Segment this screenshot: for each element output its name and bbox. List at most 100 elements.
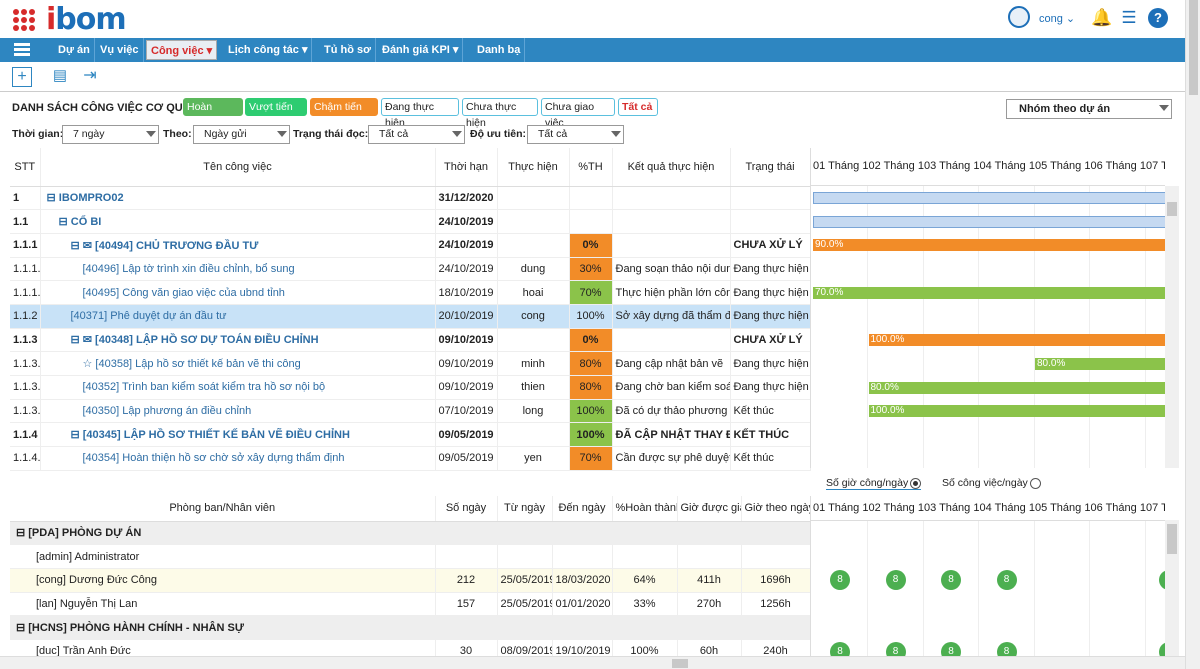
menu-cong-viec[interactable]: Công việc ▾ xyxy=(146,40,218,60)
hours-per-day-radio[interactable]: Số giờ công/ngày xyxy=(826,477,922,490)
task-col-header-1[interactable]: Tên công việc xyxy=(40,148,436,187)
emp-col-header-3[interactable]: Đến ngày xyxy=(552,496,613,522)
task-row[interactable]: 1.1.3.1☆ [40358] Lập hồ sơ thiết kế bản … xyxy=(10,351,811,376)
gantt-bar[interactable] xyxy=(813,192,1165,204)
menu-lich-cong-tac[interactable]: Lịch công tác ▾ xyxy=(224,38,313,62)
emp-col-header-2[interactable]: Từ ngày xyxy=(497,496,553,522)
task-row[interactable]: 1.1.2 [40371] Phê duyệt dự án đầu tư 20/10… xyxy=(10,304,811,329)
task-row[interactable]: 1.1.1 ⊟ ✉ [40494] CHỦ TRƯƠNG ĐẦU TƯ 24/10/… xyxy=(10,233,811,258)
task-row[interactable]: 1 ⊟ IBOMPRO02 31/12/2020 xyxy=(10,186,811,211)
task-cell-name[interactable]: [40496] Lập tờ trình xin điều chỉnh, bổ … xyxy=(40,257,436,282)
employee-row[interactable]: [cong] Dương Đức Công 212 25/05/2019 18/03/… xyxy=(10,568,811,593)
employee-scrollbar[interactable] xyxy=(1165,520,1179,656)
filter-button-5[interactable]: Chưa giao việc xyxy=(541,98,615,129)
add-icon[interactable]: + xyxy=(12,67,32,87)
task-col-header-5[interactable]: Kết quả thực hiện xyxy=(612,148,731,187)
workload-circle[interactable]: 8 xyxy=(996,641,1017,656)
gantt-bar[interactable]: 100.0% xyxy=(868,334,1165,347)
workload-circle[interactable]: 8 xyxy=(885,641,906,656)
filter-button-6[interactable]: Tất cả xyxy=(618,98,658,116)
workload-circle[interactable]: 8 xyxy=(830,641,850,656)
task-cell-name[interactable]: [40354] Hoàn thiện hồ sơ chờ sở xây dựng… xyxy=(40,446,436,471)
emp-col-header-0[interactable]: Phòng ban/Nhân viên xyxy=(10,496,436,522)
workload-circle[interactable]: 8 xyxy=(830,570,850,591)
task-row[interactable]: 1.1 ⊟ CỔ BI 24/10/2019 xyxy=(10,209,811,234)
task-cell-name[interactable]: [40352] Trình ban kiểm soát kiểm tra hồ … xyxy=(40,375,436,400)
task-col-header-6[interactable]: Trạng thái xyxy=(730,148,811,187)
task-scrollbar[interactable] xyxy=(1165,186,1179,468)
emp-col-header-4[interactable]: %Hoàn thành xyxy=(612,496,678,522)
group-by-select[interactable]: Nhóm theo dự án xyxy=(1006,99,1172,119)
task-row[interactable]: 1.1.3 ⊟ ✉ [40348] LẬP HỒ SƠ DỰ TOÁN ĐIỀU … xyxy=(10,328,811,353)
horizontal-scrollbar[interactable] xyxy=(0,656,1185,669)
page-scrollbar[interactable] xyxy=(1185,0,1200,669)
task-cell-name[interactable]: [40350] Lập phương án điều chỉnh xyxy=(40,399,436,424)
search-list-icon[interactable]: ▤ xyxy=(50,67,70,87)
gantt-bar[interactable] xyxy=(813,215,1165,228)
read-status-select[interactable]: Tất cả xyxy=(368,125,465,144)
task-col-header-2[interactable]: Thời hạn xyxy=(435,148,498,187)
task-cell-stt: 1.1.3 xyxy=(10,328,41,353)
menu-tu-ho-so[interactable]: Tủ hồ sơ xyxy=(320,38,376,62)
gantt-bar[interactable]: 70.0% xyxy=(813,286,1165,299)
workload-circle[interactable]: 8 xyxy=(996,570,1017,591)
gantt-bar[interactable]: 80.0% xyxy=(1035,357,1165,370)
ibom-logo[interactable]: ibom xyxy=(46,2,127,37)
user-menu[interactable]: cong ⌄ xyxy=(1039,12,1075,25)
menu-toggle-icon[interactable] xyxy=(14,43,30,57)
task-row[interactable]: 1.1.1.2[40495] Công văn giao việc của ub… xyxy=(10,280,811,305)
task-cell-status: Đang thực hiện xyxy=(730,375,811,400)
employee-row[interactable]: [lan] Nguyễn Thị Lan 157 25/05/2019 01/01/2… xyxy=(10,592,811,617)
task-row[interactable]: 1.1.3.3[40350] Lập phương án điều chỉnh0… xyxy=(10,399,811,424)
filter-button-1[interactable]: Vượt tiến độ xyxy=(245,98,307,129)
gantt2-gridline xyxy=(867,521,868,656)
task-row[interactable]: 1.1.4.1[40354] Hoàn thiện hồ sơ chờ sở x… xyxy=(10,446,811,471)
task-row[interactable]: 1.1.4 ⊟ [40345] LẬP HỒ SƠ THIẾT KẾ BẢN VẼ… xyxy=(10,422,811,448)
task-cell-name[interactable]: ⊟ CỔ BI xyxy=(40,209,436,234)
workload-circle[interactable]: 8 xyxy=(941,641,961,656)
task-col-header-3[interactable]: Thực hiện xyxy=(497,148,570,187)
task-cell-name[interactable]: ☆ [40358] Lập hồ sơ thiết kế bản vẽ thi … xyxy=(40,351,436,376)
menu-vu-viec[interactable]: Vụ việc xyxy=(96,38,144,62)
emp-cell-pct xyxy=(612,544,678,569)
task-cell-name[interactable]: ⊟ IBOMPRO02 xyxy=(40,186,436,211)
theo-select[interactable]: Ngày gửi xyxy=(193,125,290,144)
emp-col-header-5[interactable]: Giờ được giao xyxy=(677,496,742,522)
menu-du-an[interactable]: Dự án xyxy=(54,38,95,62)
task-cell-name[interactable]: [40371] Phê duyệt dự án đầu tư xyxy=(40,304,436,329)
gantt-bar[interactable]: 90.0% xyxy=(813,239,1165,252)
priority-select[interactable]: Tất cả xyxy=(527,125,624,144)
task-cell-name[interactable]: ⊟ [40345] LẬP HỒ SƠ THIẾT KẾ BẢN VẼ ĐIỀU… xyxy=(40,422,436,448)
emp-col-header-1[interactable]: Số ngày xyxy=(435,496,498,522)
task-cell-name[interactable]: [40495] Công văn giao việc của ubnd tỉnh xyxy=(40,280,436,305)
menu-danh-ba[interactable]: Danh bạ xyxy=(473,38,526,62)
gantt-bar[interactable]: 80.0% xyxy=(868,381,1165,394)
gantt-bar[interactable]: 100.0% xyxy=(868,405,1165,418)
bell-icon[interactable]: 🔔 xyxy=(1091,8,1112,28)
task-col-header-4[interactable]: %TH xyxy=(569,148,613,187)
filter-button-3[interactable]: Đang thực hiện xyxy=(381,98,459,129)
department-row[interactable]: ⊟ [HCNS] PHÒNG HÀNH CHÍNH - NHÂN SỰ xyxy=(10,615,811,640)
menu-danh-gia-kpi[interactable]: Đánh giá KPI ▾ xyxy=(378,38,464,62)
workload-circle[interactable]: 8 xyxy=(941,570,961,591)
export-icon[interactable]: ⇥ xyxy=(80,67,100,87)
checklist-icon[interactable]: ☰ xyxy=(1119,8,1139,28)
apps-grid-icon[interactable] xyxy=(13,9,35,31)
filter-button-0[interactable]: Hoàn thành xyxy=(183,98,243,129)
avatar[interactable] xyxy=(1008,6,1030,28)
task-row[interactable]: 1.1.1.1[40496] Lập tờ trình xin điều chỉ… xyxy=(10,257,811,282)
emp-col-header-6[interactable]: Giờ theo ngày xyxy=(741,496,811,522)
employee-row[interactable]: [admin] Administrator xyxy=(10,544,811,569)
filter-button-4[interactable]: Chưa thực hiện xyxy=(462,98,538,129)
task-cell-name[interactable]: ⊟ ✉ [40494] CHỦ TRƯƠNG ĐẦU TƯ xyxy=(40,233,436,258)
filter-button-2[interactable]: Chậm tiến độ xyxy=(310,98,378,129)
workload-circle[interactable]: 8 xyxy=(885,570,906,591)
help-icon[interactable]: ? xyxy=(1148,8,1168,28)
time-select[interactable]: 7 ngày xyxy=(62,125,159,144)
department-row[interactable]: ⊟ [PDA] PHÒNG DỰ ÁN xyxy=(10,521,811,546)
tasks-per-day-radio[interactable]: Số công việc/ngày xyxy=(942,477,1041,489)
task-cell-deadline: 09/10/2019 xyxy=(435,328,498,353)
task-cell-name[interactable]: ⊟ ✉ [40348] LẬP HỒ SƠ DỰ TOÁN ĐIỀU CHỈNH xyxy=(40,328,436,353)
task-row[interactable]: 1.1.3.2[40352] Trình ban kiểm soát kiểm … xyxy=(10,375,811,400)
task-col-header-0[interactable]: STT xyxy=(10,148,41,187)
